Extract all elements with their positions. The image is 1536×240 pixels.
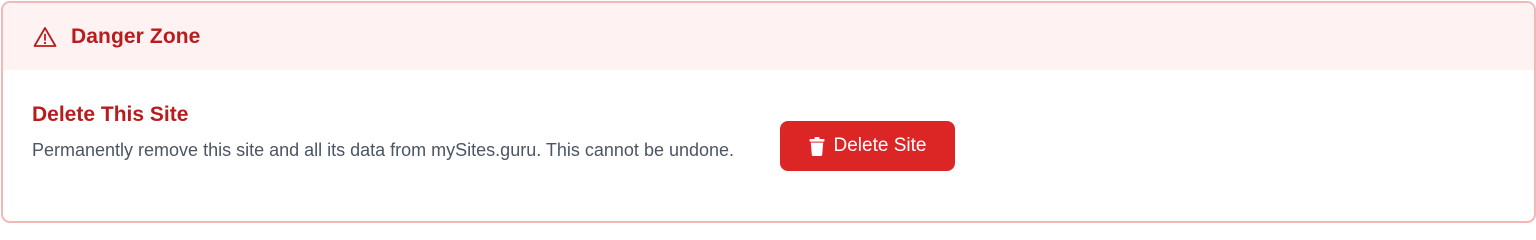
warning-triangle-icon — [33, 25, 57, 49]
delete-site-text: Delete This Site Permanently remove this… — [32, 102, 762, 164]
danger-zone-title: Danger Zone — [71, 24, 201, 48]
delete-site-description: Permanently remove this site and all its… — [32, 140, 735, 160]
delete-site-title: Delete This Site — [32, 103, 189, 126]
danger-zone-panel: Danger Zone Delete This Site Permanently… — [1, 1, 1536, 223]
danger-zone-header: Danger Zone — [3, 3, 1534, 70]
danger-zone-body: Delete This Site Permanently remove this… — [3, 70, 1534, 221]
delete-site-button[interactable]: Delete Site — [780, 121, 955, 171]
trash-icon — [809, 136, 825, 156]
delete-site-button-label: Delete Site — [833, 135, 927, 156]
delete-site-row: Delete This Site Permanently remove this… — [32, 102, 762, 164]
